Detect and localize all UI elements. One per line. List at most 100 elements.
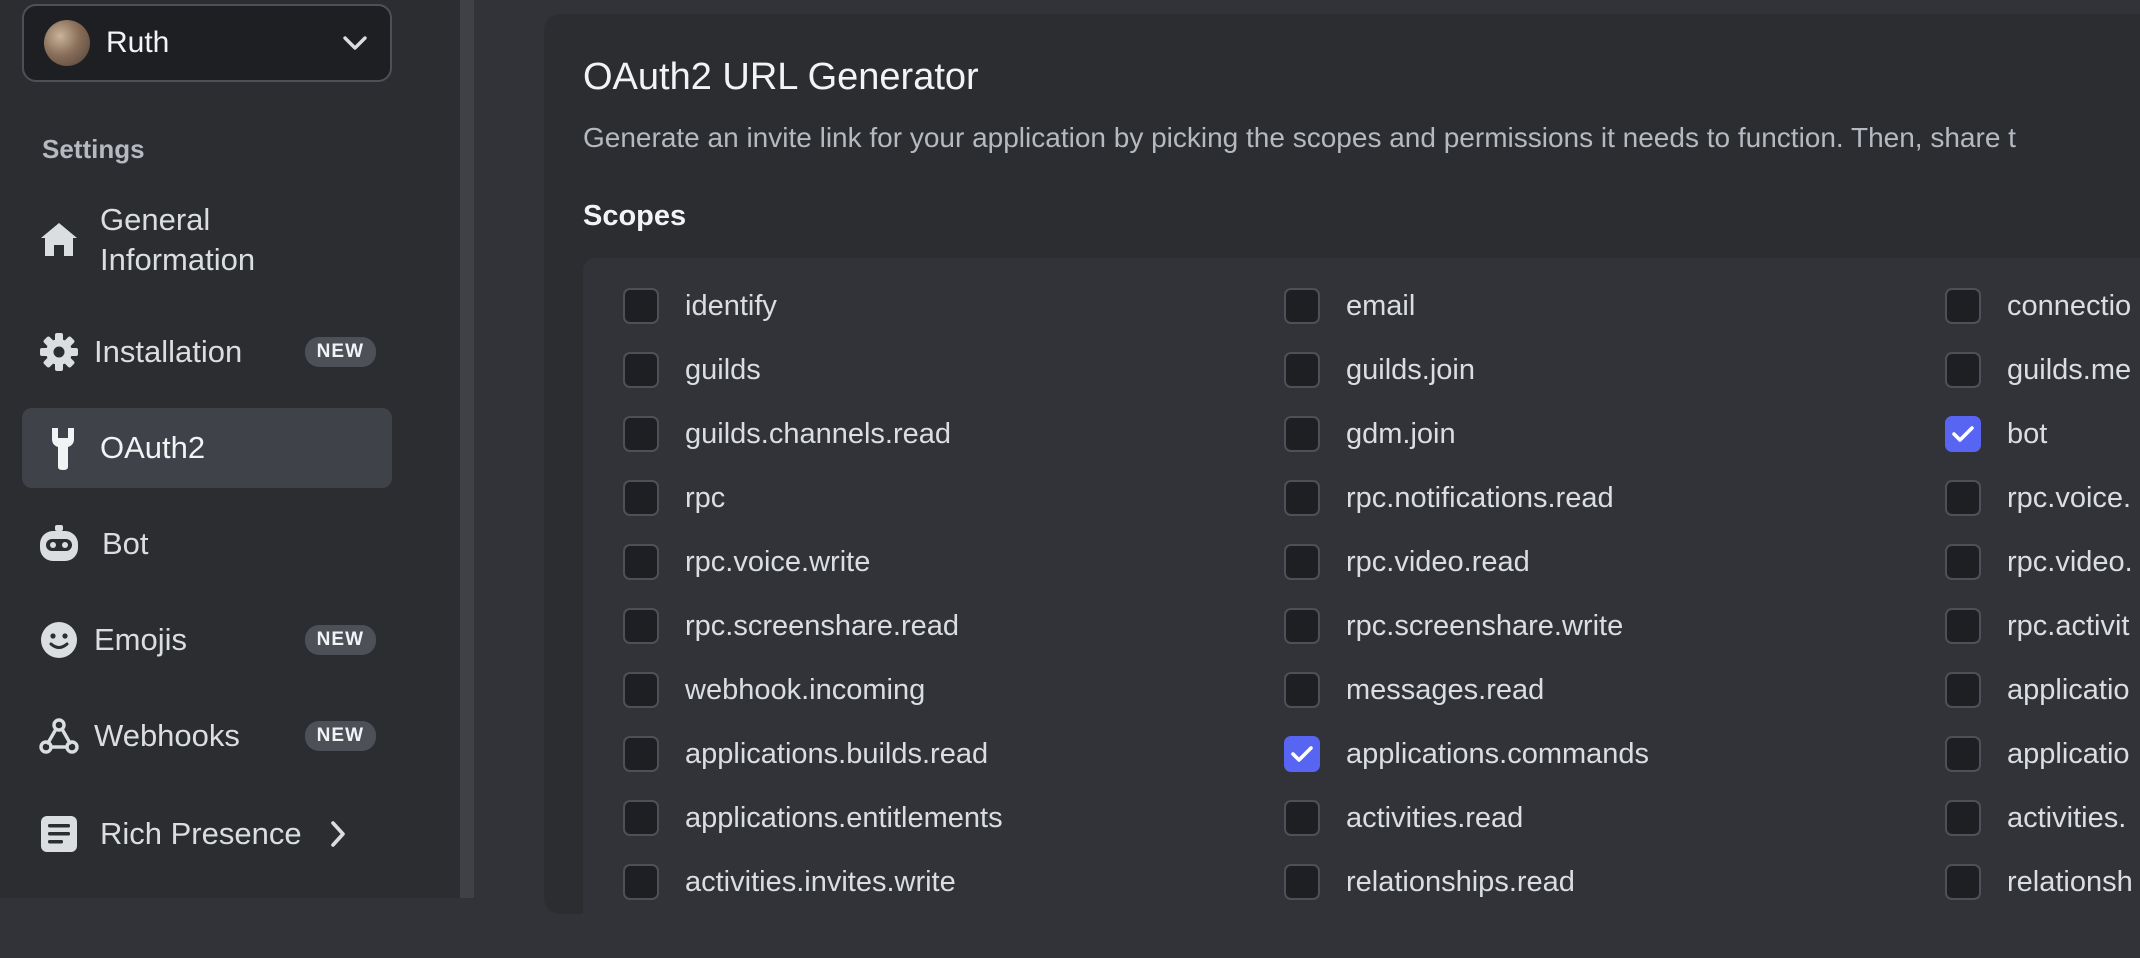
scope-option[interactable]: gdm.join [1284,416,1456,452]
scope-option[interactable]: messages.read [1284,672,1544,708]
sidebar-item-rich-presence[interactable]: Rich Presence [22,802,392,866]
scope-label: activities.read [1346,801,1524,834]
scope-option[interactable]: guilds.join [1284,352,1475,388]
check-icon [1291,746,1313,762]
scope-option[interactable]: activities.invites.write [623,864,956,900]
scope-checkbox[interactable] [1945,800,1981,836]
new-badge: NEW [304,625,376,655]
scope-checkbox[interactable] [1945,416,1981,452]
scope-label: relationships.read [1346,865,1575,898]
sidebar-item-label: Rich Presence [100,816,302,851]
scope-option[interactable]: guilds.channels.read [623,416,951,452]
scope-checkbox[interactable] [1945,288,1981,324]
scope-option[interactable]: connectio [1945,288,2131,324]
scope-checkbox[interactable] [1945,480,1981,516]
sidebar-item-general-information[interactable]: General Information [22,198,392,282]
scope-option[interactable]: applications.entitlements [623,800,1003,836]
new-badge: NEW [304,337,376,367]
scope-label: email [1346,289,1416,322]
scope-label: activities. [2007,801,2127,834]
scope-label: rpc.voice.write [685,545,871,578]
scope-checkbox[interactable] [1284,544,1320,580]
scope-option[interactable]: relationships.read [1284,864,1575,900]
scope-checkbox[interactable] [1284,288,1320,324]
scope-option[interactable]: rpc [623,480,725,516]
home-icon [36,217,82,263]
scope-option[interactable]: relationsh [1945,864,2133,900]
user-selector[interactable]: Ruth [22,4,392,82]
scope-checkbox[interactable] [1284,864,1320,900]
scope-checkbox[interactable] [623,480,659,516]
scope-checkbox[interactable] [1945,544,1981,580]
scope-checkbox[interactable] [1945,608,1981,644]
scope-checkbox[interactable] [1284,736,1320,772]
document-icon [36,811,82,857]
scope-option[interactable]: applicatio [1945,736,2130,772]
scope-label: guilds [685,353,761,386]
scope-checkbox[interactable] [1945,864,1981,900]
scope-label: gdm.join [1346,417,1456,450]
scope-checkbox[interactable] [1284,416,1320,452]
scope-checkbox[interactable] [623,736,659,772]
user-name: Ruth [106,26,170,59]
sidebar-item-installation[interactable]: Installation NEW [22,318,392,386]
scope-checkbox[interactable] [1945,672,1981,708]
scope-option[interactable]: rpc.activit [1945,608,2129,644]
scope-checkbox[interactable] [1284,800,1320,836]
scope-label: connectio [2007,289,2132,322]
scope-checkbox[interactable] [623,800,659,836]
scope-checkbox[interactable] [1284,608,1320,644]
scope-checkbox[interactable] [623,352,659,388]
scope-checkbox[interactable] [623,864,659,900]
scope-option[interactable]: rpc.video. [1945,544,2133,580]
sidebar-item-label: Webhooks [94,718,240,753]
chevron-right-icon [330,821,345,847]
sidebar-item-webhooks[interactable]: Webhooks NEW [22,704,392,768]
sidebar-item-emojis[interactable]: Emojis NEW [22,608,392,672]
scope-label: applicatio [2007,673,2130,706]
scope-option[interactable]: rpc.screenshare.read [623,608,959,644]
scope-checkbox[interactable] [1945,352,1981,388]
scope-checkbox[interactable] [1284,480,1320,516]
scope-option[interactable]: rpc.screenshare.write [1284,608,1623,644]
scope-label: guilds.me [2007,353,2132,386]
scope-label: relationsh [2007,865,2133,898]
scope-label: activities.invites.write [685,865,956,898]
scope-checkbox[interactable] [623,544,659,580]
scope-option[interactable]: activities. [1945,800,2126,836]
scope-label: bot [2007,417,2048,450]
scopes-grid: identify email connectio guilds guilds.join g… [583,258,2140,958]
smile-icon [36,617,82,663]
scope-option[interactable]: rpc.notifications.read [1284,480,1614,516]
scopes-heading: Scopes [583,200,687,232]
scope-checkbox[interactable] [623,608,659,644]
sidebar-resize-handle[interactable] [460,0,474,898]
scope-option[interactable]: bot [1945,416,2047,452]
scope-label: identify [685,289,777,322]
bot-icon [36,521,82,567]
scope-checkbox[interactable] [1945,736,1981,772]
scope-option[interactable]: applicatio [1945,672,2130,708]
scope-option[interactable]: applications.builds.read [623,736,988,772]
sidebar-item-label: Emojis [94,622,188,657]
scope-option[interactable]: rpc.voice.write [623,544,870,580]
scope-option[interactable]: applications.commands [1284,736,1649,772]
scope-option[interactable]: activities.read [1284,800,1523,836]
scope-option[interactable]: rpc.voice. [1945,480,2131,516]
scope-option[interactable]: rpc.video.read [1284,544,1530,580]
sidebar-item-bot[interactable]: Bot [22,512,392,576]
scope-checkbox[interactable] [623,288,659,324]
scope-checkbox[interactable] [1284,672,1320,708]
scope-option[interactable]: email [1284,288,1415,324]
scope-label: guilds.join [1346,353,1475,386]
scope-checkbox[interactable] [1284,352,1320,388]
scope-checkbox[interactable] [623,672,659,708]
sidebar-item-oauth2[interactable]: OAuth2 [22,408,392,488]
scope-option[interactable]: guilds.me [1945,352,2131,388]
scope-option[interactable]: identify [623,288,777,324]
scope-checkbox[interactable] [623,416,659,452]
sidebar-item-label: Installation [94,334,243,369]
scope-option[interactable]: guilds [623,352,761,388]
sidebar-item-label: OAuth2 [100,430,206,465]
scope-option[interactable]: webhook.incoming [623,672,925,708]
